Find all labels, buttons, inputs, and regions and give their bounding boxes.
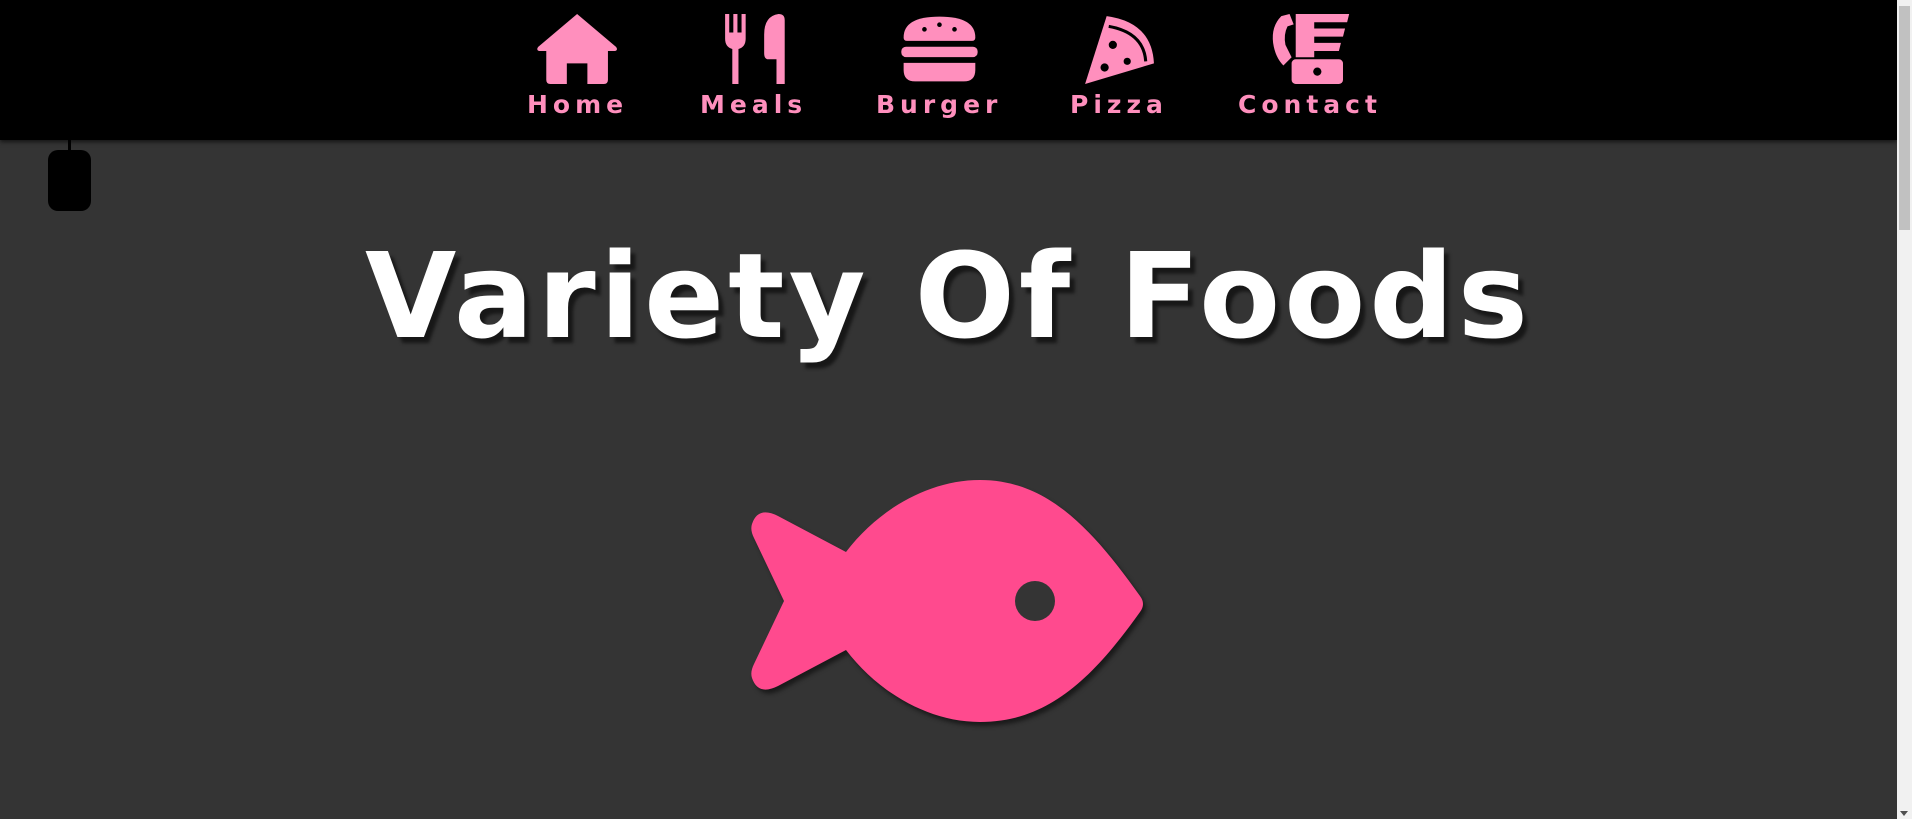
phone-fax-icon xyxy=(1272,14,1350,84)
nav-item-pizza[interactable]: Pizza xyxy=(1070,12,1168,117)
burger-icon xyxy=(901,16,978,82)
scroll-down-arrow-icon[interactable] xyxy=(1900,811,1908,816)
nav-item-home[interactable]: Home xyxy=(527,12,628,117)
mouse-scroll-indicator[interactable] xyxy=(48,140,91,211)
pizza-slice-icon xyxy=(1085,16,1154,84)
scrollbar-thumb[interactable] xyxy=(1899,6,1910,230)
nav-label-pizza: Pizza xyxy=(1070,90,1168,119)
nav-item-meals[interactable]: Meals xyxy=(700,12,807,117)
utensils-icon xyxy=(724,14,785,84)
nav-label-meals: Meals xyxy=(700,90,808,119)
nav-item-burger[interactable]: Burger xyxy=(876,12,1002,117)
house-icon xyxy=(537,14,618,84)
nav-label-home: Home xyxy=(527,90,629,119)
page-scrollbar[interactable] xyxy=(1897,0,1912,819)
nav-label-contact: Contact xyxy=(1238,90,1382,119)
page: Home Meals Burger Pizza Contact Variety … xyxy=(0,0,1912,819)
nav-label-burger: Burger xyxy=(876,90,1003,119)
nav-item-contact[interactable]: Contact xyxy=(1238,12,1382,117)
page-title: Variety Of Foods xyxy=(365,227,1532,365)
fish-icon xyxy=(751,480,1143,722)
top-navbar: Home Meals Burger Pizza Contact xyxy=(0,0,1897,140)
